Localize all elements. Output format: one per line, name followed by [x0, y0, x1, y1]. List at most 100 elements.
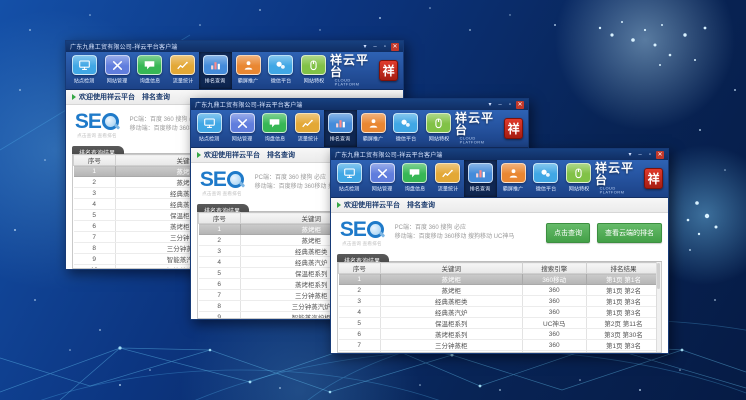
toolbar-item-4[interactable]: 排名查询: [464, 160, 497, 197]
toolbar: 站点检测网站管理询盘信息流量统计排名查询霸屏推广微信平台网站特权 祥云平台 CL…: [191, 110, 528, 148]
chart-bar-icon: [203, 55, 228, 75]
toolbar-item-5[interactable]: 霸屏推广: [232, 52, 265, 89]
skin-button[interactable]: ▾: [486, 101, 494, 109]
toolbar-item-4[interactable]: 排名查询: [324, 110, 357, 147]
breadcrumb-page: 排名查询: [267, 150, 295, 160]
toolbar-item-6[interactable]: 微信平台: [390, 110, 423, 147]
cell-engine: 360移动: [522, 274, 586, 285]
toolbar-item-7[interactable]: 网站特权: [422, 110, 455, 147]
toolbar: 站点检测网站管理询盘信息流量统计排名查询霸屏推广微信平台 网站特权 祥云平台 CL…: [66, 52, 403, 90]
person-icon: [361, 113, 386, 133]
cell-keyword: 保温柜系列: [380, 318, 522, 329]
toolbar-item-2[interactable]: 询盘信息: [399, 160, 432, 197]
toolbar-item-7[interactable]: 网站特权: [297, 52, 330, 89]
message-icon: [402, 163, 427, 183]
cell-no: 7: [339, 340, 381, 351]
toolbar-item-0[interactable]: 站点检测: [68, 52, 101, 89]
close-button[interactable]: ✕: [656, 151, 664, 159]
brand: 祥云平台 CLOUD PLATFORM 祥: [330, 52, 401, 89]
toolbar-item-3[interactable]: 流量统计: [291, 110, 324, 147]
table-row[interactable]: 5保温柜系列UC神马第2页 第11名: [339, 318, 661, 329]
toolbar-item-label: 询盘信息: [265, 135, 285, 143]
brand-name: 祥云平台: [595, 162, 641, 186]
toolbar-item-label: 微信平台: [271, 77, 291, 85]
toolbar-item-1[interactable]: 网站管理: [226, 110, 259, 147]
query-button[interactable]: 点击查询: [546, 223, 590, 243]
toolbar-item-0[interactable]: 站点检测: [333, 160, 366, 197]
toolbar-item-4[interactable]: 排名查询: [199, 52, 232, 89]
cell-no: 6: [199, 279, 241, 290]
cell-keyword: 三分钟蒸汽炉: [380, 351, 522, 354]
toolbar-item-0[interactable]: 站点检测: [193, 110, 226, 147]
close-button[interactable]: ✕: [516, 101, 524, 109]
col-header-keyword: 关键词: [380, 263, 522, 274]
toolbar: 站点检测网站管理询盘信息流量统计排名查询霸屏推广微信平台网站特权 祥云平台 CL…: [331, 160, 668, 198]
cell-rank: 第2页 第11名: [586, 318, 660, 329]
cell-keyword: 三分钟蒸柜: [380, 340, 522, 351]
window-controls: ▾ – ▫ ✕: [486, 101, 524, 109]
cloud-rank-button[interactable]: 查看云端的排名: [597, 223, 662, 243]
titlebar[interactable]: 广东九鼎工贸有限公司-祥云平台客户端 ▾ – ▫ ✕: [66, 41, 403, 52]
monitor-icon: [72, 55, 97, 75]
cell-engine: 360: [522, 351, 586, 354]
table-row[interactable]: 4经典蒸汽炉360第1页 第3名: [339, 307, 661, 318]
toolbar-item-label: 站点检测: [199, 135, 219, 143]
col-header-no: 序号: [199, 213, 241, 224]
toolbar-item-6[interactable]: 微信平台: [530, 160, 563, 197]
seo-tagline: 点击查询 查看排名: [77, 133, 117, 138]
cell-engine: 360: [522, 340, 586, 351]
toolbar-item-1[interactable]: 网站管理: [101, 52, 134, 89]
cell-no: 3: [339, 296, 381, 307]
engine-info: PC端：百度 360 搜狗 必应 移动端：百度移动 360移动 搜狗移动 UC神…: [395, 224, 515, 242]
toolbar-item-label: 网站特权: [303, 77, 323, 85]
close-button[interactable]: ✕: [391, 43, 399, 51]
table-row[interactable]: 8三分钟蒸汽炉360第1页 第2名: [339, 351, 661, 354]
skin-button[interactable]: ▾: [361, 43, 369, 51]
skin-button[interactable]: ▾: [626, 151, 634, 159]
toolbar-item-3[interactable]: 流量统计: [166, 52, 199, 89]
cell-no: 1: [339, 274, 381, 285]
titlebar[interactable]: 广东九鼎工贸有限公司-祥云平台客户端 ▾ – ▫ ✕: [331, 149, 668, 160]
toolbar-item-label: 排名查询: [330, 135, 350, 143]
toolbar-item-6[interactable]: 微信平台: [265, 52, 298, 89]
cell-no: 5: [339, 318, 381, 329]
cell-no: 8: [199, 301, 241, 312]
toolbar-item-2[interactable]: 询盘信息: [259, 110, 292, 147]
toolbar-item-5[interactable]: 霸屏推广: [497, 160, 530, 197]
toolbar-item-2[interactable]: 询盘信息: [134, 52, 167, 89]
app-window-front: 广东九鼎工贸有限公司-祥云平台客户端 ▾ – ▫ ✕ 站点检测网站管理询盘信息流…: [330, 148, 669, 354]
table-scrollbar[interactable]: [656, 262, 661, 352]
toolbar-item-1[interactable]: 网站管理: [366, 160, 399, 197]
cell-no: 2: [74, 177, 116, 188]
table-row[interactable]: 6蒸烤柜系列360第3页 第30名: [339, 329, 661, 340]
person-icon: [236, 55, 261, 75]
cell-no: 3: [199, 246, 241, 257]
toolbar-item-label: 站点检测: [339, 185, 359, 193]
maximize-button[interactable]: ▫: [646, 151, 654, 159]
minimize-button[interactable]: –: [496, 101, 504, 109]
toolbar-item-3[interactable]: 流量统计: [431, 160, 464, 197]
table-row[interactable]: 3经典蒸柜类360第1页 第3名: [339, 296, 661, 307]
toolbar-item-7[interactable]: 网站特权: [562, 160, 595, 197]
chart-line-icon: [170, 55, 195, 75]
maximize-button[interactable]: ▫: [506, 101, 514, 109]
brand-badge: 祥: [379, 60, 398, 81]
message-icon: [262, 113, 287, 133]
col-header-rank: 排名结果: [586, 263, 660, 274]
seo-logo: SE 点击查询 查看排名: [72, 111, 122, 139]
table-row[interactable]: 7三分钟蒸柜360第1页 第3名: [339, 340, 661, 351]
mouse-icon: [426, 113, 451, 133]
window-title: 广东九鼎工贸有限公司-祥云平台客户端: [70, 42, 178, 51]
cell-keyword: 经典蒸柜类: [380, 296, 522, 307]
wechat-icon: [268, 55, 293, 75]
titlebar[interactable]: 广东九鼎工贸有限公司-祥云平台客户端 ▾ – ▫ ✕: [191, 99, 528, 110]
breadcrumb-page: 排名查询: [407, 200, 435, 210]
minimize-button[interactable]: –: [371, 43, 379, 51]
toolbar-item-5[interactable]: 霸屏推广: [357, 110, 390, 147]
table-row[interactable]: 1蒸烤柜360移动第1页 第1名: [339, 274, 661, 285]
table-row[interactable]: 2蒸烤柜360第1页 第2名: [339, 285, 661, 296]
minimize-button[interactable]: –: [636, 151, 644, 159]
toolbar-item-label: 网站管理: [107, 77, 127, 85]
maximize-button[interactable]: ▫: [381, 43, 389, 51]
monitor-icon: [337, 163, 362, 183]
